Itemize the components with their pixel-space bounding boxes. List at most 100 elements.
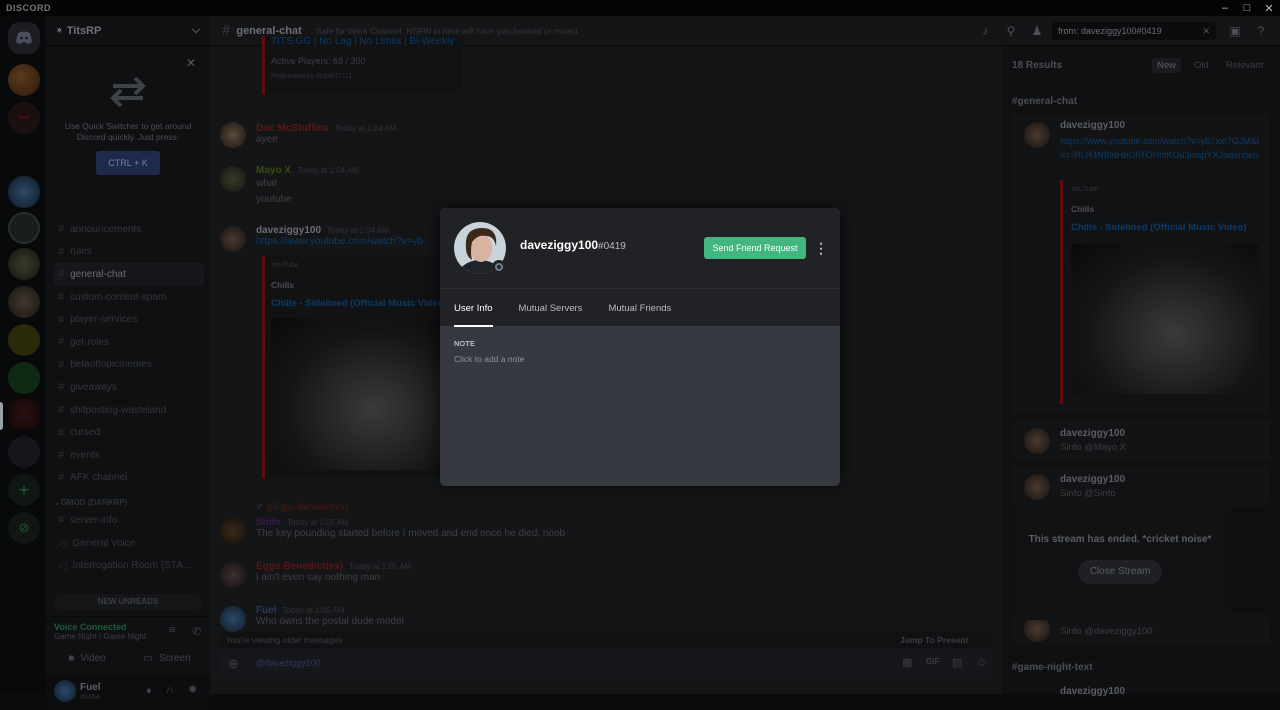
channel-item[interactable]: # general-chat — [54, 263, 204, 286]
emoji-icon[interactable]: ☺ — [976, 655, 988, 669]
message-author[interactable]: Eggs Benedict(ex) — [256, 561, 343, 572]
message-author[interactable]: Fuel — [256, 605, 277, 616]
message-author[interactable]: daveziggy100 — [256, 225, 321, 236]
message-input[interactable]: ⊕ @daveziggy100 ▦ GIF ▤ ☺ — [220, 650, 992, 678]
search-result[interactable]: daveziggy100 Sinfo @Mayo X — [1012, 420, 1270, 460]
reply-mention[interactable]: @Eggs Benedict(ex) — [266, 502, 349, 512]
voice-status[interactable]: Voice Connected — [54, 622, 126, 632]
server-icon[interactable] — [8, 248, 40, 280]
help-icon[interactable]: ? — [1254, 24, 1268, 38]
channel-item[interactable]: # giveaways — [54, 376, 204, 399]
video-thumbnail[interactable] — [1071, 244, 1259, 394]
result-link[interactable]: https://www.youtube.com/watch?v=yb7xxt7G… — [1060, 134, 1260, 162]
jump-to-present-button[interactable]: Jump To Present — [900, 635, 968, 645]
result-channel-name[interactable]: #general-chat — [1012, 96, 1077, 107]
avatar[interactable] — [220, 562, 246, 588]
disconnect-icon[interactable]: ✆ — [192, 625, 201, 638]
channel-item[interactable]: # AFK channel — [54, 467, 204, 490]
channel-category[interactable]: ⌄ GMOD (DARKRP) — [54, 495, 204, 509]
channel-topic[interactable]: Safe for Work Channel. NSFW in here will… — [316, 26, 580, 36]
server-icon[interactable] — [8, 436, 40, 468]
noise-icon[interactable]: ≋ — [168, 625, 176, 636]
embed-title[interactable]: Chills - Sidelined (Official Music Video… — [1071, 222, 1247, 233]
channel-item[interactable]: # cursed — [54, 421, 204, 444]
tab-mutual-friends[interactable]: Mutual Friends — [608, 289, 671, 327]
server-icon[interactable] — [8, 286, 40, 318]
embed-title[interactable]: TITS.GG | No Lag | No Limits | Bi-Weekly — [271, 36, 454, 47]
add-attachment-icon[interactable]: ⊕ — [228, 656, 239, 672]
channel-item[interactable]: # shitposting-wasteland — [54, 399, 204, 422]
result-author[interactable]: daveziggy100 — [1060, 120, 1125, 131]
channel-item[interactable]: # player-services — [54, 308, 204, 331]
result-author[interactable]: daveziggy100 — [1060, 686, 1125, 697]
avatar[interactable] — [220, 166, 246, 192]
close-window-button[interactable]: ✕ — [1258, 0, 1280, 16]
tab-mutual-servers[interactable]: Mutual Servers — [519, 289, 583, 327]
avatar[interactable] — [220, 518, 246, 544]
hashtag-icon: # — [58, 291, 65, 304]
embed-title[interactable]: Chills - Sidelined (Official Music Video… — [271, 298, 447, 309]
channel-item[interactable]: # rules — [54, 241, 204, 264]
sort-old-tab[interactable]: Old — [1194, 60, 1209, 71]
maximize-button[interactable]: □ — [1236, 0, 1258, 16]
server-icon[interactable] — [8, 212, 40, 244]
headphones-icon[interactable]: ∩ — [166, 684, 174, 696]
home-button[interactable] — [8, 22, 40, 54]
avatar[interactable] — [220, 606, 246, 632]
channel-item[interactable]: ◁ General Voice — [54, 532, 204, 555]
screen-share-button[interactable]: ▭ Screen — [132, 647, 202, 669]
members-icon[interactable]: ♟ — [1030, 24, 1044, 38]
video-thumbnail[interactable] — [271, 318, 443, 470]
message-author[interactable]: Mayo X — [256, 165, 291, 176]
inbox-icon[interactable]: ▣ — [1228, 24, 1242, 38]
video-button[interactable]: ■ Video — [52, 647, 122, 669]
result-author[interactable]: daveziggy100 — [1060, 428, 1125, 439]
message-author[interactable]: Doc McStuffins — [256, 123, 329, 134]
explore-servers-icon[interactable]: ⊘ — [8, 512, 40, 544]
tab-user-info[interactable]: User Info — [454, 289, 493, 327]
avatar[interactable] — [54, 680, 76, 702]
server-header[interactable]: ✶ TitsRP ⌵ — [46, 16, 210, 46]
pin-icon[interactable]: ⚲ — [1004, 24, 1018, 38]
close-stream-button[interactable]: Close Stream — [1078, 560, 1162, 584]
channel-item[interactable]: # get-roles — [54, 331, 204, 354]
channel-item[interactable]: # events — [54, 444, 204, 467]
gif-icon[interactable]: GIF — [926, 657, 939, 666]
new-unreads-badge[interactable]: NEW UNREADS — [54, 594, 202, 610]
server-icon[interactable] — [8, 64, 40, 96]
more-options-icon[interactable]: ⋮ — [814, 238, 828, 258]
bell-icon[interactable]: ♪ — [978, 24, 992, 38]
search-input[interactable]: from: daveziggy100#0419 ✕ — [1052, 22, 1216, 40]
add-server-icon[interactable]: + — [8, 474, 40, 506]
result-channel-name[interactable]: #game-night-text — [1012, 662, 1093, 673]
channel-item[interactable]: # betaoftopicmemes — [54, 354, 204, 377]
note-input[interactable]: Click to add a note — [454, 354, 524, 364]
server-icon[interactable] — [8, 362, 40, 394]
embed-author[interactable]: Chills — [271, 280, 294, 290]
avatar[interactable] — [220, 122, 246, 148]
embed-author[interactable]: Chills — [1071, 204, 1094, 214]
channel-item[interactable]: # custom-content-spam — [54, 286, 204, 309]
sticker-icon[interactable]: ▤ — [952, 656, 962, 669]
server-icon-selected[interactable] — [8, 398, 40, 430]
send-friend-request-button[interactable]: Send Friend Request — [704, 237, 806, 259]
channel-item[interactable]: ◁ Interrogation Room (STA... — [54, 554, 204, 577]
gift-icon[interactable]: ▦ — [902, 656, 912, 669]
server-icon[interactable] — [8, 324, 40, 356]
sort-relevant-tab[interactable]: Relevant — [1226, 60, 1264, 71]
sort-new-tab[interactable]: New — [1152, 58, 1182, 73]
settings-gear-icon[interactable]: ✹ — [188, 683, 197, 696]
microphone-icon[interactable]: ♦ — [146, 685, 152, 697]
result-author[interactable]: daveziggy100 — [1060, 474, 1125, 485]
minimize-button[interactable]: – — [1214, 0, 1236, 16]
server-icon[interactable] — [8, 176, 40, 208]
channel-item[interactable]: # announcements — [54, 218, 204, 241]
avatar[interactable] — [220, 226, 246, 252]
message-link[interactable]: https://www.youtube.com/watch?v=yb — [256, 236, 423, 247]
channel-item[interactable]: # server-info — [54, 509, 204, 532]
clear-search-icon[interactable]: ✕ — [1202, 22, 1210, 40]
message-author[interactable]: Sinfo — [256, 517, 281, 528]
server-icon[interactable]: ●●● — [8, 102, 40, 134]
close-icon[interactable]: ✕ — [186, 56, 196, 70]
search-result[interactable]: daveziggy100 https://www.youtube.com/wat… — [1012, 114, 1270, 414]
